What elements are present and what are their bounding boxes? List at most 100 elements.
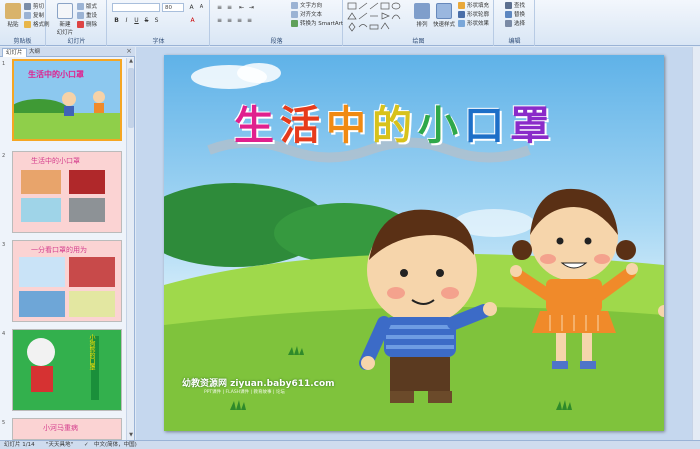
new-slide-button[interactable]: 新建 幻灯片 [55,3,75,36]
text-direction-label: 文字方向 [300,3,323,9]
spellcheck-icon[interactable]: ✓ [84,441,89,449]
watermark-subtext: PPT课件 | FLASH课件 | 教育故事 | 论坛 [204,390,285,395]
copy-button[interactable]: 复制 [24,11,44,19]
paste-button[interactable]: 粘贴 [3,3,23,28]
binoculars-icon [505,1,512,9]
shape-fill-button[interactable]: 形状填充 [458,1,489,9]
bold-icon[interactable]: B [112,16,121,25]
thumbnail-5-title: 小河马重病 [43,424,78,432]
tab-slides[interactable]: 幻灯片 [2,48,27,57]
editor-scrollbar[interactable] [692,47,700,440]
text-direction-icon [291,1,298,9]
tab-outline[interactable]: 大纲 [26,48,43,57]
increase-indent-icon[interactable]: ⇥ [247,3,256,12]
thumbnail-1-title: 生活中的小口罩 [28,70,84,79]
arrange-button[interactable]: 排列 [412,3,432,28]
grow-font-icon[interactable]: A [187,3,196,12]
bullets-icon[interactable]: ≡ [215,3,224,12]
slide-canvas[interactable]: 生活中的小口罩 幼教资源网 ziyuan.baby611.com PPT课件 |… [164,55,664,431]
scroll-thumb[interactable] [128,68,134,128]
align-left-icon[interactable]: ≡ [215,16,224,25]
align-right-icon[interactable]: ≡ [235,16,244,25]
quick-styles-icon [436,3,452,19]
shadow-icon[interactable]: S [152,16,161,25]
language-indicator[interactable]: 中文(简体，中国) [94,441,137,449]
thumbnail-number: 1 [2,61,6,67]
watermark-text: 幼教资源网 ziyuan.baby611.com [182,379,335,389]
slide-thumbnail-4[interactable]: 小狗熊的口罩 [12,329,122,411]
find-button[interactable]: 查找 [505,1,525,9]
thumbnail-scrollbar[interactable]: ▲ ▼ [126,58,134,440]
arrange-label: 排列 [416,22,428,28]
title-char: 口 [464,102,510,149]
replace-icon [505,10,512,18]
italic-icon[interactable]: I [122,16,131,25]
slide-thumbnail-3[interactable]: 一分看口罩的用为 [12,240,122,322]
clipboard-group: 粘贴 剪切 复制 格式刷 剪贴板 [0,0,50,46]
slide-thumbnail-panel: 幻灯片 大纲 × 1 生活中的小口罩 2 生活中的小口罩 3 一分看口罩的用为 … [0,47,135,440]
replace-button[interactable]: 替换 [505,10,525,18]
font-group-label: 字体 [152,38,165,45]
shape-effects-label: 形状效果 [467,21,490,27]
replace-label: 替换 [514,12,526,18]
slide-thumbnail-2[interactable]: 生活中的小口罩 [12,151,122,233]
slides-group: 新建 幻灯片 版式 重设 删除 幻灯片 [47,0,107,46]
delete-button[interactable]: 删除 [77,20,97,28]
delete-icon [77,20,84,28]
reset-button[interactable]: 重设 [77,11,97,19]
align-center-icon[interactable]: ≡ [225,16,234,25]
shape-outline-label: 形状轮廓 [467,12,490,18]
slide-title[interactable]: 生活中的小口罩 [234,93,556,151]
find-label: 查找 [514,3,526,9]
slide-thumbnail-1[interactable]: 生活中的小口罩 [12,59,122,141]
font-color-icon[interactable]: A [188,16,197,25]
font-size-field[interactable]: 80 [162,3,184,12]
status-bar: 幻灯片 1/14 "天天具地" ✓ 中文(简体，中国) [0,440,700,449]
layout-button[interactable]: 版式 [77,2,97,10]
quick-styles-button[interactable]: 快速样式 [432,3,456,28]
drawing-group: 排列 快速样式 形状填充 形状轮廓 形状效果 绘图 [344,0,494,46]
clipboard-group-label: 剪贴板 [13,38,32,45]
slide-thumbnail-5[interactable]: 小河马重病 [12,418,122,440]
new-slide-label: 新建 幻灯片 [56,22,74,36]
font-group: 80 A A B I U S S A 字体 [108,0,210,46]
align-text-button[interactable]: 对齐文本 [291,10,322,18]
thumbnail-4-title: 小狗熊的口罩 [88,334,95,370]
underline-icon[interactable]: U [132,16,141,25]
format-painter-button[interactable]: 格式刷 [24,20,50,28]
shape-outline-button[interactable]: 形状轮廓 [458,10,489,18]
pencil-icon [458,10,465,18]
strikethrough-icon[interactable]: S [142,16,151,25]
slide-editor: 生活中的小口罩 幼教资源网 ziyuan.baby611.com PPT课件 |… [136,47,700,440]
delete-label: 删除 [86,22,98,28]
shrink-font-icon[interactable]: A [197,3,206,12]
cursor-icon [505,19,512,27]
panel-tabs: 幻灯片 大纲 × [0,47,135,57]
scroll-up-icon[interactable]: ▲ [127,58,135,66]
cut-button[interactable]: 剪切 [24,2,44,10]
thumbnail-number: 4 [2,331,6,337]
convert-smartart-button[interactable]: 转换为 SmartArt [291,19,343,27]
decrease-indent-icon[interactable]: ⇤ [237,3,246,12]
title-char: 中 [326,102,372,149]
title-char: 生 [234,102,280,149]
font-name-field[interactable] [112,3,160,12]
scroll-down-icon[interactable]: ▼ [127,432,135,440]
select-button[interactable]: 选择 [505,19,525,27]
convert-smartart-label: 转换为 SmartArt [300,21,344,27]
reset-icon [77,11,84,19]
paragraph-group: ≡ ≡ ⇤ ⇥ ≡ ≡ ≡ ≡ 文字方向 对齐文本 转换为 SmartArt 段… [211,0,343,46]
text-direction-button[interactable]: 文字方向 [291,1,322,9]
paste-label: 粘贴 [7,22,19,28]
title-char: 小 [418,102,464,149]
cut-label: 剪切 [33,4,45,10]
editing-group: 查找 替换 选择 编辑 [495,0,535,46]
brush-icon [24,20,31,28]
shape-effects-button[interactable]: 形状效果 [458,19,489,27]
numbering-icon[interactable]: ≡ [225,3,234,12]
copy-icon [24,11,31,19]
close-icon[interactable]: × [126,47,132,55]
shapes-gallery[interactable] [347,2,407,32]
align-text-label: 对齐文本 [300,12,323,18]
justify-icon[interactable]: ≡ [245,16,254,25]
